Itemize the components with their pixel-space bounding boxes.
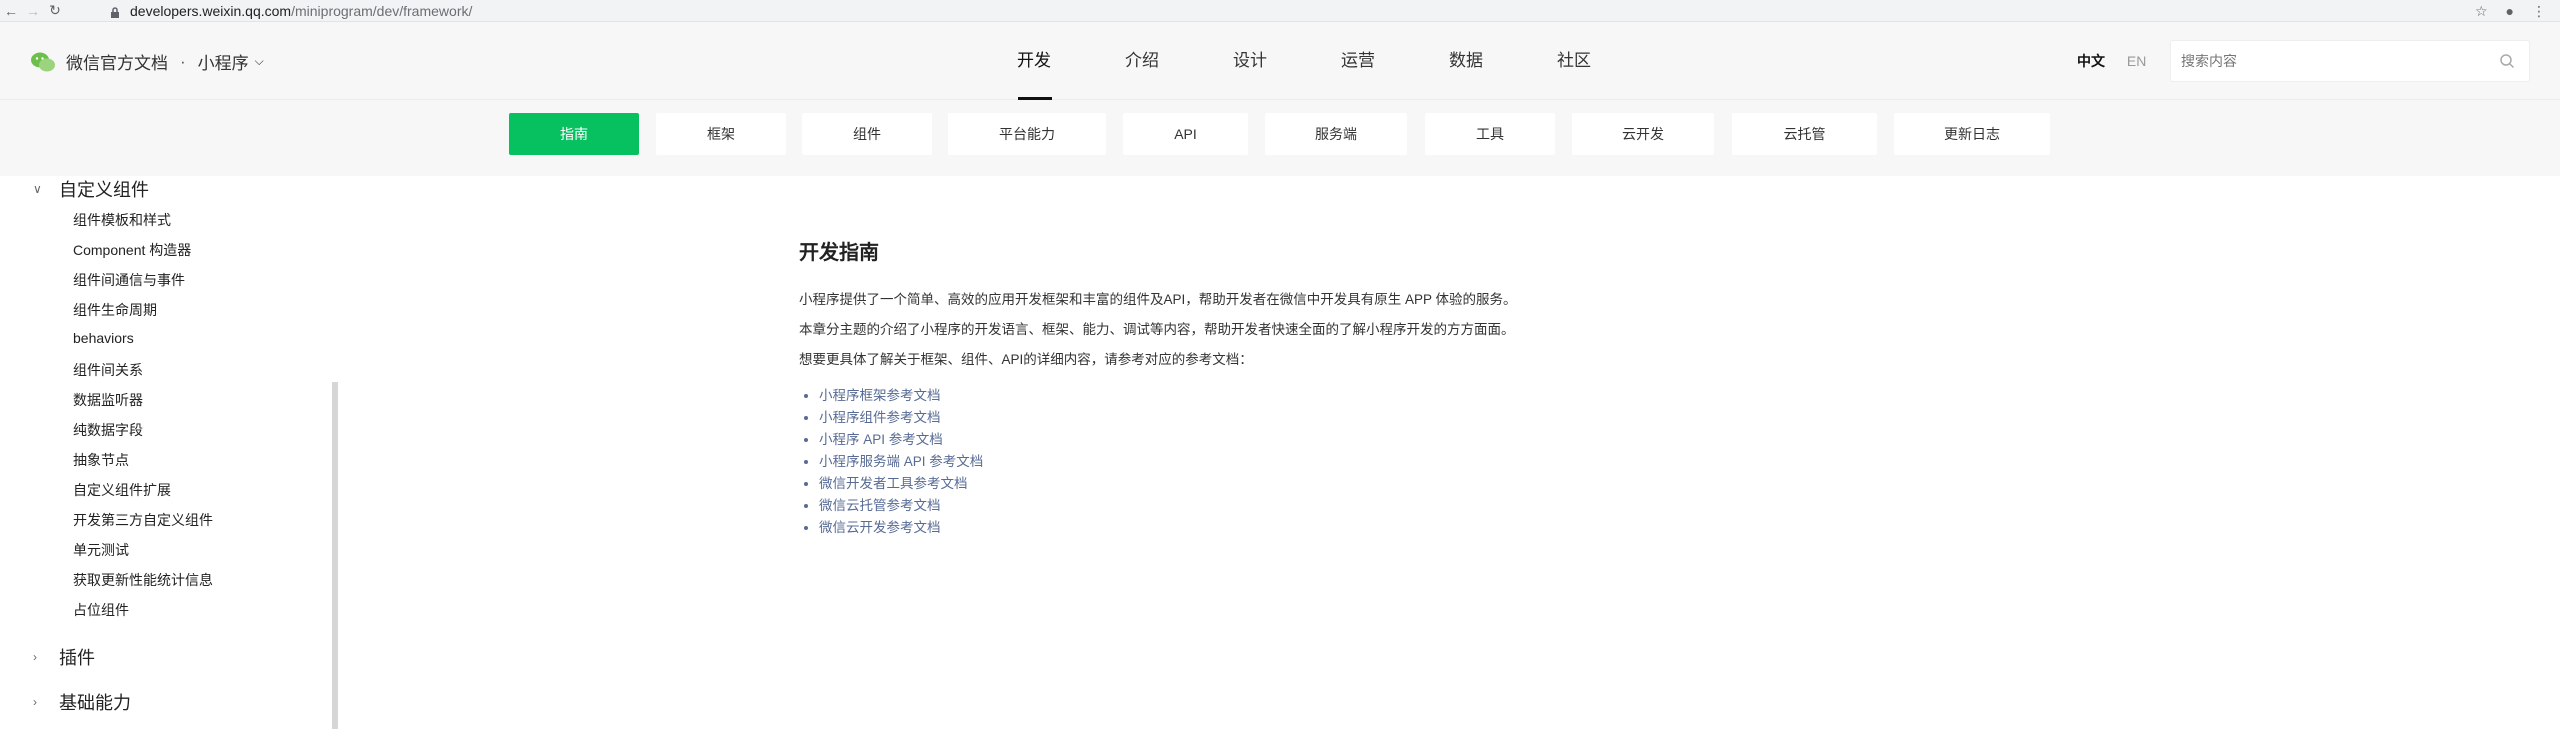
url-host: developers.weixin.qq.com	[130, 3, 292, 19]
tab-guide[interactable]: 指南	[509, 113, 639, 155]
intro-paragraph: 想要更具体了解关于框架、组件、API的详细内容，请参考对应的参考文档：	[799, 352, 1253, 367]
menu-kebab-icon[interactable]: ⋮	[2532, 3, 2546, 20]
sidebar-group-plugins[interactable]: › 插件	[33, 644, 95, 670]
reference-links: 小程序框架参考文档 小程序组件参考文档 小程序 API 参考文档 小程序服务端 …	[819, 385, 1699, 539]
logo-text: 微信官方文档	[66, 54, 168, 73]
site-logo[interactable]: 微信官方文档 · 小程序 ⌵	[30, 49, 264, 74]
sidebar-item[interactable]: Component 构造器	[73, 240, 191, 260]
sidebar-group-custom-components[interactable]: ∨ 自定义组件	[33, 176, 149, 202]
url-path: /miniprogram/dev/framework/	[291, 3, 473, 19]
sidebar-group-basic-capabilities[interactable]: › 基础能力	[33, 689, 131, 715]
tab-tools[interactable]: 工具	[1425, 113, 1555, 155]
list-item: 微信云托管参考文档	[819, 495, 1699, 517]
sidebar-item[interactable]: 组件生命周期	[73, 300, 157, 320]
product-switcher[interactable]: 小程序	[198, 49, 249, 74]
sidebar-item[interactable]: 抽象节点	[73, 450, 129, 470]
language-switch: 中文 EN	[2077, 22, 2146, 100]
sidebar: ∨ 自定义组件 组件模板和样式 Component 构造器 组件间通信与事件 组…	[0, 176, 340, 729]
link-cloud-dev-ref[interactable]: 微信云开发参考文档	[819, 520, 941, 535]
top-header: 微信官方文档 · 小程序 ⌵ 开发 介绍 设计 运营 数据 社区 中文 EN	[0, 22, 2560, 100]
wechat-logo-icon	[30, 51, 56, 73]
sidebar-item[interactable]: 组件间通信与事件	[73, 270, 185, 290]
sidebar-scrollbar[interactable]	[332, 382, 338, 729]
tab-platform[interactable]: 平台能力	[948, 113, 1106, 155]
link-component-ref[interactable]: 小程序组件参考文档	[819, 410, 941, 425]
link-framework-ref[interactable]: 小程序框架参考文档	[819, 388, 941, 403]
intro-paragraph: 本章分主题的介绍了小程序的开发语言、框架、能力、调试等内容，帮助开发者快速全面的…	[799, 322, 1515, 337]
sidebar-item[interactable]: 组件间关系	[73, 360, 143, 380]
tab-api[interactable]: API	[1123, 113, 1248, 155]
link-server-api-ref[interactable]: 小程序服务端 API 参考文档	[819, 454, 983, 469]
lang-zh[interactable]: 中文	[2077, 53, 2105, 69]
chevron-down-icon: ∨	[33, 182, 42, 196]
nav-item-community[interactable]: 社区	[1520, 22, 1628, 100]
sidebar-item[interactable]: behaviors	[73, 330, 134, 346]
nav-item-operation[interactable]: 运营	[1304, 22, 1412, 100]
list-item: 小程序组件参考文档	[819, 407, 1699, 429]
list-item: 微信开发者工具参考文档	[819, 473, 1699, 495]
nav-item-intro[interactable]: 介绍	[1088, 22, 1196, 100]
sidebar-item[interactable]: 单元测试	[73, 540, 129, 560]
tab-server[interactable]: 服务端	[1265, 113, 1407, 155]
tab-framework[interactable]: 框架	[656, 113, 786, 155]
lock-icon	[110, 6, 120, 18]
sidebar-group-label: 插件	[59, 648, 95, 668]
sidebar-item[interactable]: 数据监听器	[73, 390, 143, 410]
tab-cloud-dev[interactable]: 云开发	[1572, 113, 1714, 155]
back-icon[interactable]: ←	[0, 0, 22, 22]
sidebar-item[interactable]: 开发第三方自定义组件	[73, 510, 213, 530]
nav-item-data[interactable]: 数据	[1412, 22, 1520, 100]
sub-tabs: 指南 框架 组件 平台能力 API 服务端 工具 云开发 云托管 更新日志	[0, 100, 2560, 176]
page-title: 开发指南	[799, 242, 879, 264]
logo-separator: ·	[180, 51, 186, 71]
sidebar-group-label: 自定义组件	[59, 180, 149, 200]
chevron-down-icon: ⌵	[254, 54, 264, 68]
sidebar-item[interactable]: 纯数据字段	[73, 420, 143, 440]
sidebar-item[interactable]: 占位组件	[73, 600, 129, 620]
intro-paragraph: 小程序提供了一个简单、高效的应用开发框架和丰富的组件及API，帮助开发者在微信中…	[799, 292, 1517, 307]
nav-item-design[interactable]: 设计	[1196, 22, 1304, 100]
browser-toolbar: ← → ↻ developers.weixin.qq.com/miniprogr…	[0, 0, 2560, 22]
list-item: 微信云开发参考文档	[819, 517, 1699, 539]
sidebar-group-label: 基础能力	[59, 693, 131, 713]
profile-icon[interactable]: ●	[2506, 3, 2514, 19]
list-item: 小程序框架参考文档	[819, 385, 1699, 407]
list-item: 小程序服务端 API 参考文档	[819, 451, 1699, 473]
bookmark-star-icon[interactable]: ☆	[2475, 3, 2488, 20]
main-content: 开发指南 小程序提供了一个简单、高效的应用开发框架和丰富的组件及API，帮助开发…	[799, 236, 1699, 539]
main-nav: 开发 介绍 设计 运营 数据 社区	[980, 22, 1628, 100]
link-devtools-ref[interactable]: 微信开发者工具参考文档	[819, 476, 968, 491]
link-api-ref[interactable]: 小程序 API 参考文档	[819, 432, 943, 447]
link-cloud-hosting-ref[interactable]: 微信云托管参考文档	[819, 498, 941, 513]
search-box[interactable]	[2170, 40, 2530, 82]
sidebar-item[interactable]: 组件模板和样式	[73, 210, 171, 230]
search-icon[interactable]	[2499, 53, 2515, 69]
list-item: 小程序 API 参考文档	[819, 429, 1699, 451]
address-bar[interactable]: developers.weixin.qq.com/miniprogram/dev…	[110, 1, 472, 21]
search-input[interactable]	[2171, 41, 2471, 81]
tab-components[interactable]: 组件	[802, 113, 932, 155]
tab-changelog[interactable]: 更新日志	[1894, 113, 2050, 155]
sidebar-item[interactable]: 自定义组件扩展	[73, 480, 171, 500]
tab-cloud-hosting[interactable]: 云托管	[1732, 113, 1877, 155]
chevron-right-icon: ›	[33, 695, 37, 709]
sidebar-item[interactable]: 获取更新性能统计信息	[73, 570, 213, 590]
reload-icon[interactable]: ↻	[44, 0, 66, 22]
lang-en[interactable]: EN	[2127, 53, 2146, 69]
nav-item-dev[interactable]: 开发	[980, 22, 1088, 100]
chevron-right-icon: ›	[33, 650, 37, 664]
forward-icon[interactable]: →	[22, 0, 44, 22]
